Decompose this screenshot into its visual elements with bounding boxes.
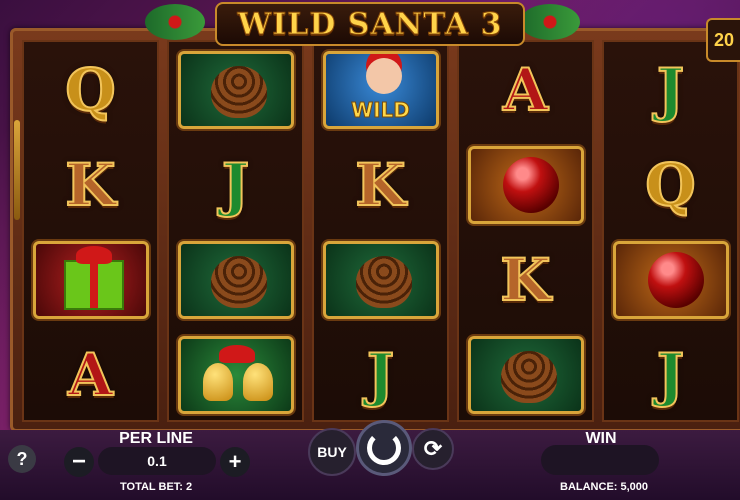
symbol-pinecone	[459, 327, 592, 422]
holly-decoration-left	[145, 4, 205, 40]
symbol-a: A	[24, 327, 157, 422]
symbol-k: K	[314, 137, 447, 232]
letter-j: J	[656, 340, 685, 409]
game-title: WILD SANTA 3	[237, 6, 503, 42]
per-line-label: PER LINE	[119, 430, 193, 447]
symbol-q: Q	[24, 42, 157, 137]
ornament-icon	[467, 145, 584, 224]
letter-k: K	[64, 150, 116, 219]
pine-cone-icon	[177, 240, 294, 319]
help-button[interactable]: ?	[8, 445, 36, 473]
symbol-k: K	[24, 137, 157, 232]
wild-label: WILD	[351, 97, 411, 122]
spin-button[interactable]	[356, 420, 412, 476]
pine-cone-icon	[177, 50, 294, 129]
letter-j: J	[656, 55, 685, 124]
letter-q: Q	[64, 55, 117, 124]
autoplay-icon: ⟳	[423, 436, 443, 461]
win-value	[541, 445, 659, 475]
symbol-q: Q	[604, 137, 737, 232]
pine-cone-icon	[322, 240, 439, 319]
increase-bet-button[interactable]: +	[220, 447, 250, 477]
reels-area: Q K A J WILD K J A K J Q J	[22, 40, 740, 422]
letter-a: A	[67, 340, 114, 409]
reel-3: WILD K J	[312, 40, 449, 422]
reel-1: Q K A	[22, 40, 159, 422]
decrease-bet-button[interactable]: −	[64, 447, 94, 477]
symbol-pinecone	[169, 232, 302, 327]
symbol-bells	[169, 327, 302, 422]
letter-a: A	[502, 55, 549, 124]
symbol-j: J	[314, 327, 447, 422]
letter-j: J	[221, 150, 250, 219]
symbol-a: A	[459, 42, 592, 137]
symbol-pinecone	[314, 232, 447, 327]
santa-wild-icon: WILD	[322, 50, 439, 129]
symbol-gift	[24, 232, 157, 327]
reel-4: A K	[457, 40, 594, 422]
symbol-ornament	[459, 137, 592, 232]
reel-5: J Q J	[602, 40, 739, 422]
symbol-j: J	[169, 137, 302, 232]
balance: BALANCE: 5,000	[560, 481, 649, 493]
side-ornament	[14, 120, 20, 220]
holly-decoration-right	[520, 4, 580, 40]
total-bet: TOTAL BET: 2	[120, 481, 193, 493]
letter-q: Q	[644, 150, 697, 219]
bells-icon	[177, 335, 294, 414]
symbol-wild: WILD	[314, 42, 447, 137]
pine-cone-icon	[467, 335, 584, 414]
symbol-k: K	[459, 232, 592, 327]
letter-k: K	[354, 150, 406, 219]
letter-j: J	[366, 340, 395, 409]
per-line-value: 0.1	[98, 447, 216, 475]
autoplay-button[interactable]: ⟳	[412, 428, 454, 470]
reel-2: J	[167, 40, 304, 422]
gift-icon	[32, 240, 149, 319]
symbol-ornament	[604, 232, 737, 327]
ornament-icon	[612, 240, 729, 319]
spin-icon	[367, 431, 401, 465]
symbol-pinecone	[169, 42, 302, 137]
symbol-j: J	[604, 327, 737, 422]
buy-feature-button[interactable]: BUY	[308, 428, 356, 476]
lines-badge: 20	[706, 18, 740, 62]
letter-k: K	[499, 245, 551, 314]
game-title-banner: WILD SANTA 3	[215, 2, 525, 46]
